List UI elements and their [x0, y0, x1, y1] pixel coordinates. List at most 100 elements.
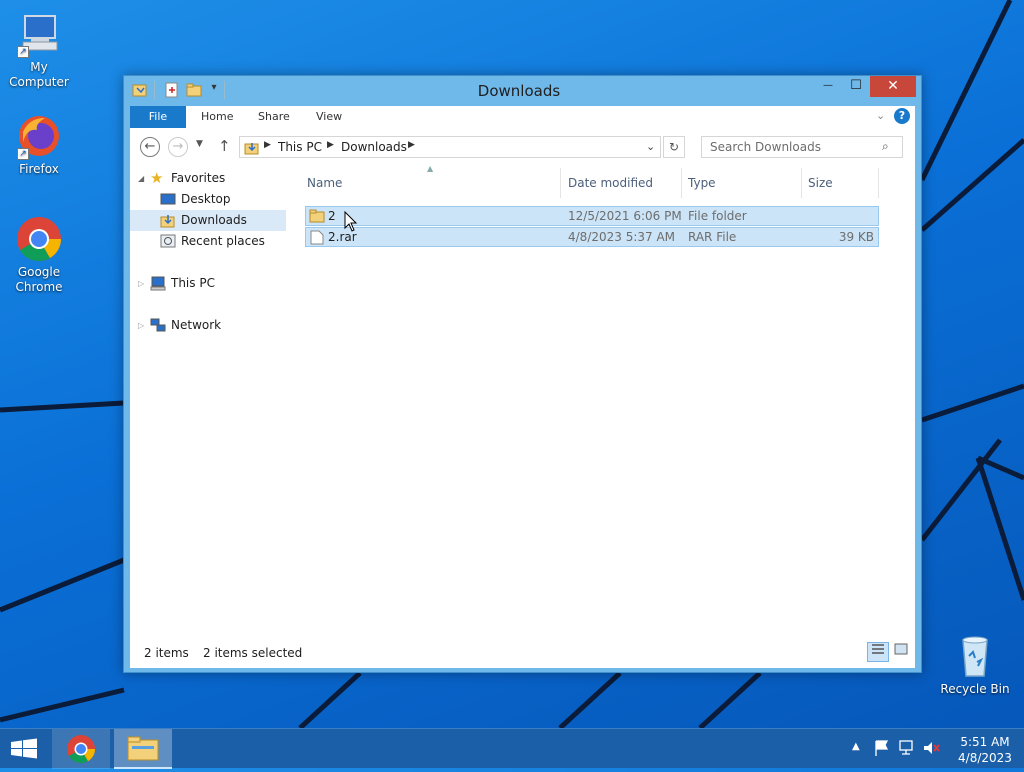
taskbar-chrome-button[interactable]: [52, 729, 110, 769]
ribbon-tabs: File Home Share View ⌄ ?: [130, 106, 915, 128]
file-icon: [310, 230, 324, 248]
table-row[interactable]: 2 12/5/2021 6:06 PM File folder: [305, 206, 879, 226]
window-title: Downloads: [477, 82, 561, 100]
refresh-button[interactable]: ↻: [663, 136, 685, 158]
column-divider[interactable]: [560, 168, 561, 198]
desktop-icon-recycle-bin[interactable]: Recycle Bin: [936, 632, 1014, 697]
show-hidden-icons-button[interactable]: ▲: [852, 741, 860, 752]
sort-arrow-icon: ▲: [427, 164, 434, 173]
maximize-button[interactable]: ☐: [842, 76, 870, 97]
large-icons-view-icon: [894, 643, 908, 655]
back-button[interactable]: ←: [140, 137, 160, 157]
explorer-content: ← → ▼ ↑ ▶ This PC ▶ Downloads ▶ ⌄ ↻ ⌕: [130, 128, 915, 668]
shortcut-arrow-icon: ↗: [17, 148, 29, 160]
chrome-icon: [67, 735, 95, 763]
help-icon[interactable]: ?: [894, 108, 910, 124]
column-header-name[interactable]: Name: [307, 176, 342, 190]
file-explorer-icon: [127, 736, 159, 761]
file-date-modified: 4/8/2023 5:37 AM: [568, 230, 676, 244]
sidebar-item-recent-places[interactable]: Recent places: [130, 231, 286, 252]
desktop-icon-my-computer[interactable]: ↗ My Computer: [0, 10, 78, 90]
tab-home[interactable]: Home: [187, 106, 247, 128]
sidebar-item-downloads[interactable]: Downloads: [130, 210, 286, 231]
large-icons-view-button[interactable]: [890, 642, 912, 662]
taskbar: ▲ 5:51 AM 4/8/2023: [0, 728, 1024, 769]
minimize-button[interactable]: —: [814, 76, 842, 97]
column-header-date-modified[interactable]: Date modified: [568, 176, 653, 190]
up-button[interactable]: ↑: [218, 137, 231, 155]
desktop-icon-label: My Computer: [9, 60, 69, 89]
search-icon[interactable]: ⌕: [882, 139, 889, 154]
details-view-button[interactable]: [867, 642, 889, 662]
status-bar: 2 items 2 items selected: [130, 636, 915, 668]
breadcrumb-separator-icon[interactable]: ▶: [327, 140, 334, 150]
desktop-icon-label: Recycle Bin: [940, 682, 1010, 696]
expand-arrow-icon[interactable]: ▷: [138, 273, 144, 294]
shortcut-arrow-icon: ↗: [17, 46, 29, 58]
column-header-size[interactable]: Size: [808, 176, 833, 190]
navigation-pane: ◢ ★ Favorites Desktop Downloads Recent p…: [130, 168, 290, 638]
explorer-window[interactable]: ▾ Downloads — ☐ ✕ File Home Share View ⌄…: [123, 75, 922, 673]
expand-ribbon-icon[interactable]: ⌄: [876, 109, 885, 122]
firefox-icon: ↗: [15, 112, 63, 160]
title-bar[interactable]: ▾ Downloads — ☐ ✕: [124, 76, 921, 104]
sidebar-item-desktop[interactable]: Desktop: [130, 189, 286, 210]
clock[interactable]: 5:51 AM 4/8/2023: [954, 734, 1016, 766]
volume-muted-icon[interactable]: [922, 740, 940, 759]
breadcrumb-this-pc[interactable]: This PC: [278, 140, 322, 154]
system-tray: ▲ 5:51 AM 4/8/2023: [848, 729, 1024, 769]
file-type: RAR File: [688, 230, 737, 244]
navigation-bar: ← → ▼ ↑ ▶ This PC ▶ Downloads ▶ ⌄ ↻ ⌕: [130, 128, 915, 164]
recent-places-icon: [160, 234, 176, 249]
address-dropdown-icon[interactable]: ⌄: [646, 140, 655, 153]
computer-icon: [150, 276, 166, 291]
file-name[interactable]: 2: [328, 209, 336, 223]
file-date-modified: 12/5/2021 6:06 PM: [568, 209, 682, 223]
desktop-icon-label: Firefox: [19, 162, 59, 176]
action-center-flag-icon[interactable]: [874, 739, 890, 760]
expand-arrow-icon[interactable]: ▷: [138, 315, 144, 336]
desktop-icon: [160, 192, 176, 207]
tab-share[interactable]: Share: [244, 106, 304, 128]
sidebar-item-favorites[interactable]: ◢ ★ Favorites: [138, 168, 288, 189]
item-count: 2 items: [144, 646, 189, 660]
downloads-folder-icon: [244, 140, 260, 159]
network-icon: [150, 318, 166, 333]
column-divider[interactable]: [801, 168, 802, 198]
table-row[interactable]: 2.rar 4/8/2023 5:37 AM RAR File 39 KB: [305, 227, 879, 247]
recent-locations-button[interactable]: ▼: [196, 139, 203, 149]
column-header-type[interactable]: Type: [688, 176, 716, 190]
mouse-cursor-icon: [344, 211, 358, 232]
clock-time: 5:51 AM: [960, 735, 1010, 749]
breadcrumb-separator-icon[interactable]: ▶: [408, 140, 415, 150]
downloads-icon: [160, 213, 176, 228]
taskbar-file-explorer-button[interactable]: [114, 729, 172, 769]
desktop-icon-label: Google Chrome: [15, 265, 63, 294]
desktop-icon-google-chrome[interactable]: Google Chrome: [0, 215, 78, 295]
computer-icon: ↗: [15, 10, 63, 58]
sidebar-item-network[interactable]: ▷ Network: [138, 315, 288, 336]
file-list[interactable]: ▲ Name Date modified Type Size 2 12/5/20…: [305, 164, 905, 638]
file-type: File folder: [688, 209, 747, 223]
expand-arrow-icon[interactable]: ◢: [138, 168, 144, 189]
tab-file[interactable]: File: [130, 106, 186, 128]
desktop-icon-firefox[interactable]: ↗ Firefox: [0, 112, 78, 177]
column-divider[interactable]: [878, 168, 879, 198]
chrome-icon: [15, 215, 63, 263]
file-size: 39 KB: [838, 230, 874, 244]
forward-button[interactable]: →: [168, 137, 188, 157]
star-icon: ★: [150, 169, 164, 187]
windows-logo-icon: [11, 738, 37, 759]
breadcrumb-separator-icon[interactable]: ▶: [264, 140, 271, 150]
start-button[interactable]: [0, 729, 48, 769]
column-divider[interactable]: [681, 168, 682, 198]
close-button[interactable]: ✕: [870, 76, 916, 97]
folder-icon: [309, 209, 325, 226]
search-box[interactable]: ⌕: [701, 136, 903, 158]
search-input[interactable]: [708, 137, 878, 157]
network-status-icon[interactable]: [898, 740, 916, 759]
breadcrumb-downloads[interactable]: Downloads: [341, 140, 407, 154]
tab-view[interactable]: View: [302, 106, 356, 128]
sidebar-item-this-pc[interactable]: ▷ This PC: [138, 273, 288, 294]
address-bar[interactable]: ▶ This PC ▶ Downloads ▶ ⌄: [239, 136, 661, 158]
